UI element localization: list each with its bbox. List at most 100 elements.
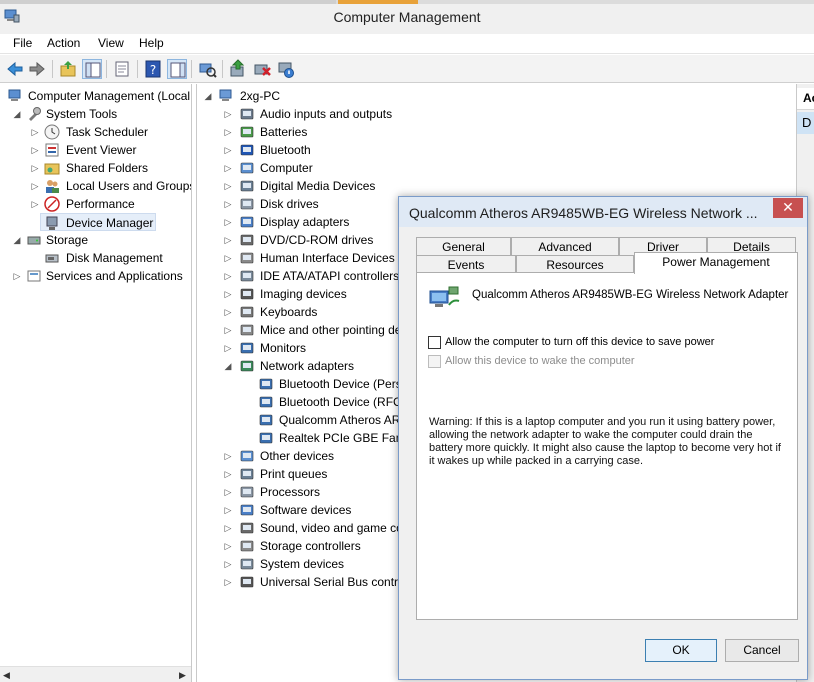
- device-category-icon: [240, 576, 254, 588]
- device-category-row[interactable]: ▷ Digital Media Devices: [197, 177, 796, 195]
- show-tree-icon[interactable]: [82, 59, 102, 79]
- action-pane-icon[interactable]: [167, 59, 187, 79]
- cancel-button[interactable]: Cancel: [725, 639, 799, 662]
- device-category-row[interactable]: ▷ Batteries: [197, 123, 796, 141]
- tree-label: Monitors: [260, 341, 307, 355]
- properties-icon[interactable]: [112, 59, 132, 79]
- collapsed-arrow-icon[interactable]: ▷: [30, 195, 40, 213]
- collapsed-arrow-icon[interactable]: ▷: [223, 555, 233, 573]
- collapsed-arrow-icon[interactable]: ▷: [223, 447, 233, 465]
- tab-power-management[interactable]: Power Management: [634, 252, 798, 274]
- tree-item-system-tools[interactable]: ◢ System Tools: [0, 105, 191, 123]
- tree-item-computer-management[interactable]: Computer Management (Local: [0, 87, 191, 105]
- device-category-row[interactable]: ▷ Audio inputs and outputs: [197, 105, 796, 123]
- device-category-icon: [240, 198, 254, 210]
- expanded-arrow-icon[interactable]: ◢: [12, 105, 22, 123]
- collapsed-arrow-icon[interactable]: ▷: [223, 123, 233, 141]
- collapsed-arrow-icon[interactable]: ▷: [223, 537, 233, 555]
- tree-label: Device Manager: [66, 216, 154, 230]
- menu-action[interactable]: Action: [46, 36, 81, 50]
- tree-item-shared-folders[interactable]: ▷ Shared Folders: [0, 159, 191, 177]
- dialog-title: Qualcomm Atheros AR9485WB-EG Wireless Ne…: [409, 205, 758, 221]
- collapsed-arrow-icon[interactable]: ▷: [12, 267, 22, 285]
- disable-icon[interactable]: [276, 59, 296, 79]
- collapsed-arrow-icon[interactable]: ▷: [223, 159, 233, 177]
- taskbar-strip: [0, 0, 814, 4]
- tree-item-performance[interactable]: ▷ Performance: [0, 195, 191, 213]
- collapsed-arrow-icon[interactable]: ▷: [223, 483, 233, 501]
- device-category-icon: [240, 306, 254, 318]
- tree-item-services[interactable]: ▷ Services and Applications: [0, 267, 191, 285]
- tree-label: Audio inputs and outputs: [260, 107, 393, 121]
- tree-item-event-viewer[interactable]: ▷ Event Viewer: [0, 141, 191, 159]
- collapsed-arrow-icon[interactable]: ▷: [223, 231, 233, 249]
- power-management-panel: Qualcomm Atheros AR9485WB-EG Wireless Ne…: [416, 272, 798, 620]
- network-adapter-icon: [429, 286, 460, 307]
- collapsed-arrow-icon[interactable]: ▷: [223, 177, 233, 195]
- ok-button[interactable]: OK: [645, 639, 717, 662]
- device-category-row[interactable]: ▷ Bluetooth: [197, 141, 796, 159]
- collapsed-arrow-icon[interactable]: ▷: [30, 177, 40, 195]
- tree-label: Realtek PCIe GBE Famil: [279, 431, 412, 445]
- tab-general[interactable]: General: [416, 237, 511, 256]
- collapsed-arrow-icon[interactable]: ▷: [223, 249, 233, 267]
- expanded-arrow-icon[interactable]: ◢: [223, 357, 233, 375]
- up-folder-icon[interactable]: [58, 59, 78, 79]
- collapsed-arrow-icon[interactable]: ▷: [223, 519, 233, 537]
- scan-hardware-icon[interactable]: [197, 59, 217, 79]
- menu-help[interactable]: Help: [138, 36, 165, 50]
- allow-turn-off-checkbox[interactable]: [428, 336, 441, 349]
- menu-file[interactable]: File: [12, 36, 33, 50]
- collapsed-arrow-icon[interactable]: ▷: [223, 213, 233, 231]
- tree-item-device-manager[interactable]: Device Manager: [40, 213, 156, 231]
- menu-bar: File Action View Help: [0, 34, 814, 54]
- help-icon[interactable]: ?: [143, 59, 163, 79]
- device-category-icon: [240, 252, 254, 264]
- collapsed-arrow-icon[interactable]: ▷: [30, 123, 40, 141]
- tree-label: Local Users and Groups: [66, 179, 192, 193]
- collapsed-arrow-icon[interactable]: ▷: [223, 141, 233, 159]
- expanded-arrow-icon[interactable]: ◢: [203, 87, 213, 105]
- collapsed-arrow-icon[interactable]: ▷: [223, 465, 233, 483]
- collapsed-arrow-icon[interactable]: ▷: [223, 267, 233, 285]
- collapsed-arrow-icon[interactable]: ▷: [30, 141, 40, 159]
- actions-item[interactable]: D: [797, 112, 814, 134]
- allow-turn-off-label[interactable]: Allow the computer to turn off this devi…: [445, 336, 714, 348]
- collapsed-arrow-icon[interactable]: ▷: [223, 339, 233, 357]
- device-category-row[interactable]: ▷ Computer: [197, 159, 796, 177]
- actions-header: Ac: [797, 88, 814, 110]
- tree-item-local-users[interactable]: ▷ Local Users and Groups: [0, 177, 192, 195]
- tree-item-storage[interactable]: ◢ Storage: [0, 231, 191, 249]
- tree-label: System Tools: [46, 107, 118, 121]
- tree-item-computer-root[interactable]: ◢ 2xg-PC: [197, 87, 796, 105]
- tree-label: Computer: [260, 161, 313, 175]
- horizontal-scrollbar[interactable]: ◀ ▶: [0, 666, 191, 682]
- close-button[interactable]: ✕: [773, 198, 803, 218]
- tree-item-disk-management[interactable]: Disk Management: [0, 249, 191, 267]
- back-arrow-icon[interactable]: [5, 59, 25, 79]
- collapsed-arrow-icon[interactable]: ▷: [223, 105, 233, 123]
- tree-item-task-scheduler[interactable]: ▷ Task Scheduler: [0, 123, 191, 141]
- collapsed-arrow-icon[interactable]: ▷: [223, 195, 233, 213]
- menu-view[interactable]: View: [97, 36, 125, 50]
- tree-label: Bluetooth Device (RFCO: [279, 395, 412, 409]
- device-category-icon: [259, 378, 273, 390]
- collapsed-arrow-icon[interactable]: ▷: [30, 159, 40, 177]
- update-driver-icon[interactable]: [228, 59, 248, 79]
- tree-label: Human Interface Devices: [260, 251, 395, 265]
- scroll-left-icon[interactable]: ◀: [3, 670, 10, 681]
- forward-arrow-icon[interactable]: [27, 59, 47, 79]
- collapsed-arrow-icon[interactable]: ▷: [223, 573, 233, 591]
- uninstall-icon[interactable]: [252, 59, 272, 79]
- expanded-arrow-icon[interactable]: ◢: [12, 231, 22, 249]
- collapsed-arrow-icon[interactable]: ▷: [223, 501, 233, 519]
- collapsed-arrow-icon[interactable]: ▷: [223, 285, 233, 303]
- collapsed-arrow-icon[interactable]: ▷: [223, 303, 233, 321]
- computer-icon: [219, 89, 232, 101]
- device-category-icon: [240, 450, 254, 462]
- tree-label: Universal Serial Bus contro: [260, 575, 405, 589]
- scroll-right-icon[interactable]: ▶: [179, 670, 186, 681]
- tab-advanced[interactable]: Advanced: [511, 237, 619, 256]
- collapsed-arrow-icon[interactable]: ▷: [223, 321, 233, 339]
- device-category-icon: [240, 270, 254, 282]
